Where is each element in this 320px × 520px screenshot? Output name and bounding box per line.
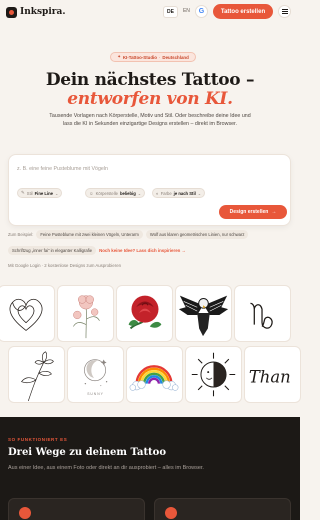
- hero-title-line2: entworfen von KI.: [67, 89, 233, 109]
- menu-icon-bar: [281, 9, 288, 11]
- capricorn-symbol-image: [250, 302, 273, 329]
- script-text: Than: [249, 368, 291, 387]
- chevron-down-icon: ⌄: [137, 190, 142, 196]
- method-icon: [19, 507, 31, 519]
- badge-separator: ·: [158, 54, 161, 60]
- hearts-lineart-image: [9, 298, 43, 331]
- style-value: Fine Line: [34, 190, 53, 196]
- palette-icon: ◐: [156, 190, 159, 196]
- gallery-eagle-blackwork[interactable]: [175, 285, 232, 342]
- example-chip[interactable]: Wolf aus klaren geometrischen Linien, nu…: [145, 230, 249, 239]
- brand-name: Inkspira.: [20, 7, 66, 17]
- chevron-down-icon: ⌄: [55, 190, 59, 196]
- logo-icon: [6, 6, 17, 18]
- section-kicker: SO FUNKTIONIERT ES: [8, 437, 68, 442]
- menu-icon-bar: [281, 12, 288, 14]
- gallery-sun-moon[interactable]: [185, 346, 242, 403]
- inspire-link[interactable]: Noch keine Idee? Lass dich inspirieren →: [99, 248, 186, 253]
- prompt-input[interactable]: [17, 161, 277, 177]
- gallery-rainbow-clouds[interactable]: [126, 346, 183, 403]
- moon-caption: SUNNY: [87, 392, 104, 396]
- chevron-down-icon: ⌄: [197, 190, 202, 196]
- generate-design-button[interactable]: Design erstellen →: [219, 205, 287, 219]
- social-proof: Mit Google Login · 2 kostenlose Designs …: [8, 263, 121, 268]
- example-chip[interactable]: Feine Pusteblume mit zwei kleinen Vögeln…: [36, 230, 143, 239]
- style-label: Stil: [26, 190, 33, 196]
- gallery-hearts-lineart[interactable]: [0, 285, 55, 342]
- method-card[interactable]: [154, 498, 291, 520]
- brand-logo[interactable]: Inkspira.: [6, 6, 66, 18]
- generate-label: Design erstellen: [229, 209, 269, 215]
- style-icon: ✎: [21, 190, 25, 195]
- lang-de-button[interactable]: DE: [163, 6, 178, 18]
- badge-country: Deutschland: [162, 54, 189, 60]
- gallery-line-flower[interactable]: [8, 346, 65, 403]
- examples-row: Zum Beispiel: Feine Pusteblume mit zwei …: [8, 230, 292, 239]
- eagle-blackwork-image: [178, 295, 229, 337]
- sun-moon-image: [191, 352, 236, 397]
- body-icon: ☺: [89, 190, 94, 196]
- method-icon: [165, 507, 177, 519]
- arrow-right-icon: →: [271, 209, 277, 215]
- body-label: Körperstelle: [95, 190, 118, 196]
- examples-row: Schriftzug „inner fai“ in eleganter Kall…: [8, 246, 292, 255]
- gallery-peony-floral[interactable]: [57, 285, 114, 342]
- color-value: je nach Stil: [173, 190, 196, 196]
- red-rose-image: [128, 295, 162, 330]
- hero-badge: ✦ KI-Tattoo-Studio · Deutschland: [110, 52, 196, 62]
- prompt-card: ✎ Stil Fine Line ⌄ ☺ Körperstelle belieb…: [8, 154, 291, 226]
- gallery-capricorn-symbol[interactable]: [234, 285, 291, 342]
- color-select[interactable]: ◐ Farbe je nach Stil ⌄: [152, 188, 206, 198]
- gallery-script-lettering[interactable]: Than: [244, 346, 301, 403]
- method-card[interactable]: [8, 498, 145, 520]
- google-icon: G: [198, 8, 205, 15]
- section-text: Aus einer Idee, aus einem Foto oder dire…: [8, 465, 204, 471]
- examples-label: Zum Beispiel:: [8, 232, 34, 237]
- menu-icon-bar: [281, 11, 288, 12]
- example-chip[interactable]: Schriftzug „inner fai“ in eleganter Kall…: [8, 246, 97, 255]
- color-label: Farbe: [160, 190, 172, 196]
- script-lettering-image: Than: [249, 368, 291, 387]
- body-value: beliebig: [119, 190, 136, 196]
- menu-button[interactable]: [278, 5, 291, 18]
- google-login-button[interactable]: G: [195, 5, 208, 18]
- line-flower-image: [21, 351, 54, 402]
- moon-stars-image: SUNNY: [84, 359, 108, 396]
- body-part-select[interactable]: ☺ Körperstelle beliebig ⌄: [85, 188, 146, 198]
- lang-en-button[interactable]: EN: [180, 6, 193, 18]
- style-select[interactable]: ✎ Stil Fine Line ⌄: [17, 188, 63, 198]
- sparkle-icon: ✦: [117, 54, 121, 59]
- hero-title-line1: Dein nächstes Tattoo –: [45, 70, 255, 90]
- section-title: Drei Wege zu deinem Tattoo: [8, 447, 167, 458]
- hero-subtitle: Tausende Vorlagen nach Körperstelle, Mot…: [49, 113, 251, 127]
- gallery-red-rose[interactable]: [116, 285, 173, 342]
- rainbow-clouds-image: [129, 365, 179, 391]
- peony-floral-image: [73, 295, 100, 339]
- badge-label: KI-Tattoo-Studio: [122, 54, 157, 60]
- language-switch: DE EN: [163, 6, 193, 18]
- create-tattoo-button[interactable]: Tattoo erstellen: [213, 4, 273, 19]
- gallery-moon-stars[interactable]: SUNNY: [67, 346, 124, 403]
